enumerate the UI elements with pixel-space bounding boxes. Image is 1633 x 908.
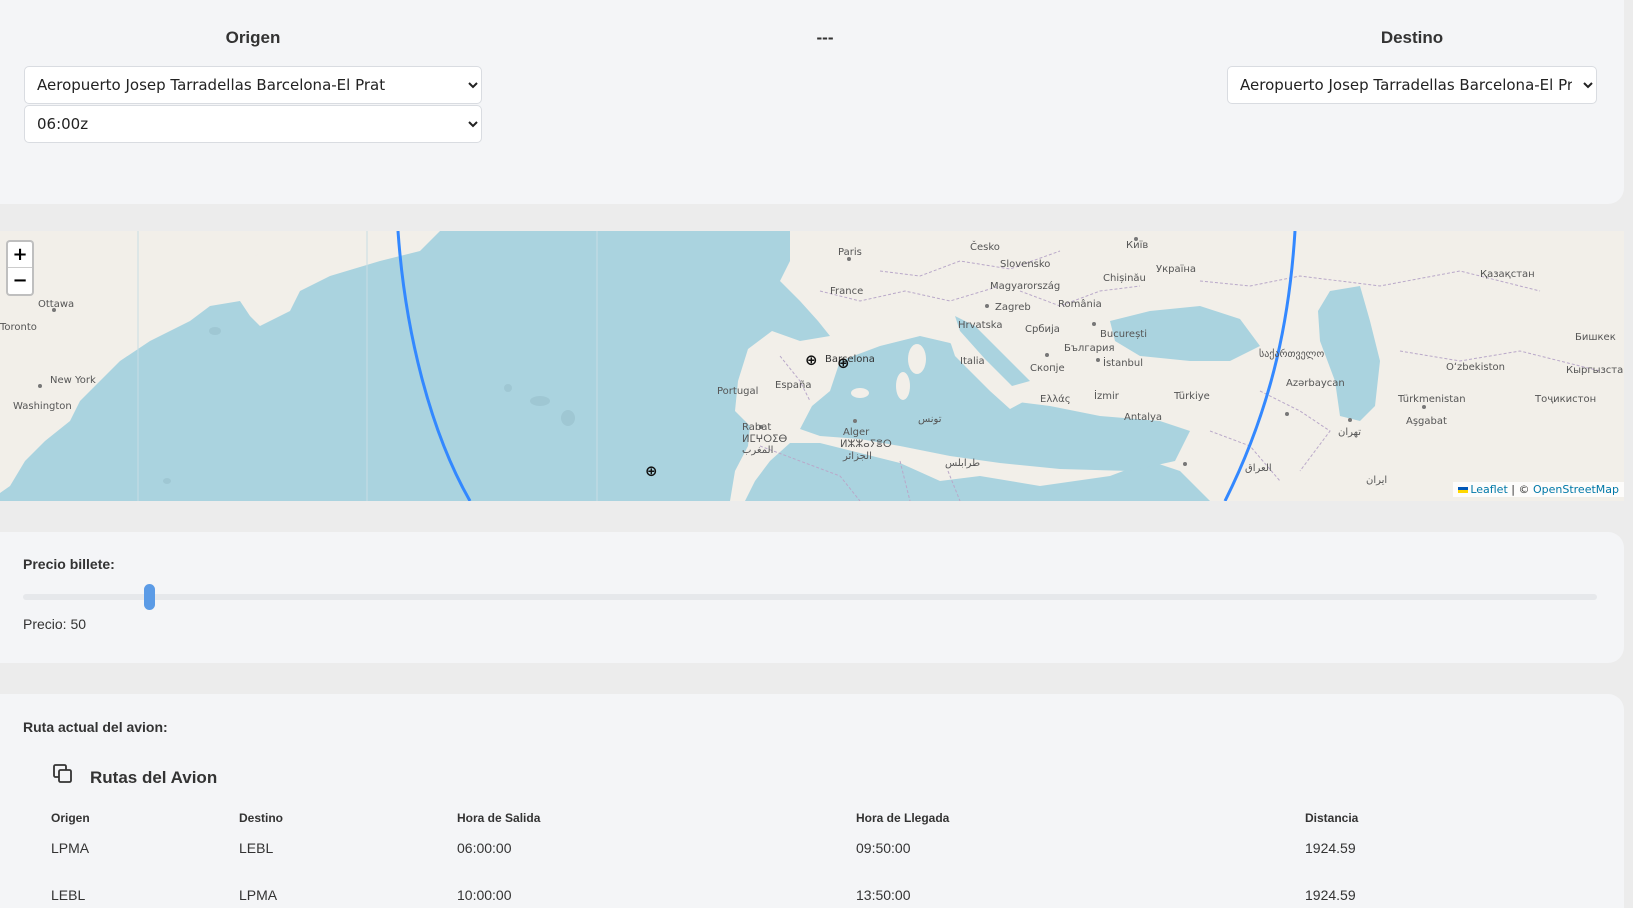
map-label-bishkek: Бишкек — [1575, 332, 1616, 343]
map-label-romania: România — [1058, 298, 1102, 310]
map-label-georgia: საქართველო — [1259, 348, 1324, 360]
column-header-destino: Destino — [239, 811, 284, 825]
map-label-ukraina: Україна — [1156, 264, 1196, 275]
price-value-text: Precio: 50 — [23, 616, 87, 632]
zoom-out-button[interactable]: − — [8, 268, 32, 294]
column-header-hora-salida: Hora de Salida — [457, 811, 541, 825]
map-label-rabat: Rabat — [742, 422, 771, 433]
map-label-morocco: ⵍⵎⵖⵔⵉⴱ — [742, 434, 787, 445]
map-label-ottawa: Ottawa — [38, 299, 74, 310]
route-section-label: Ruta actual del avion: — [23, 719, 168, 735]
map-label-turkmenistan: Türkmenistan — [1397, 394, 1466, 405]
map-label-kazakhstan: Қазақстан — [1480, 269, 1535, 280]
map-label-algeria-ar: الجزائر — [842, 451, 872, 462]
cell-hora-salida: 10:00:00 — [457, 887, 512, 903]
map-label-srbija: Србија — [1025, 323, 1060, 335]
map-label-france: France — [830, 286, 863, 297]
origin-airport-select[interactable]: Aeropuerto Josep Tarradellas Barcelona-E… — [24, 66, 482, 104]
cell-origen: LEBL — [51, 887, 86, 903]
map-label-cesko: Česko — [970, 240, 1000, 253]
openstreetmap-link[interactable]: OpenStreetMap — [1533, 483, 1619, 496]
attribution-separator: | © — [1507, 483, 1533, 496]
map-label-italia: Italia — [960, 356, 985, 367]
destination-title: Destino — [1380, 28, 1444, 47]
column-header-distancia: Distancia — [1305, 811, 1359, 825]
map-label-izmir: İzmir — [1094, 389, 1120, 402]
cell-origen: LPMA — [51, 840, 90, 856]
map-label-antalya: Antalya — [1124, 412, 1162, 423]
cell-distancia: 1924.59 — [1305, 840, 1356, 856]
origin-title: Origen — [225, 28, 281, 47]
cell-destino: LEBL — [239, 840, 274, 856]
route-selection-panel: Origen --- Destino Aeropuerto Josep Tarr… — [0, 0, 1624, 204]
map-attribution: Leaflet | © OpenStreetMap — [1453, 482, 1624, 497]
map-label-skopje: Скопје — [1030, 362, 1065, 374]
cell-hora-llegada: 13:50:00 — [856, 887, 911, 903]
cell-destino: LPMA — [239, 887, 278, 903]
route-panel — [0, 694, 1624, 908]
map-label-istanbul: İstanbul — [1103, 356, 1143, 369]
map-label-chisinau: Chișinău — [1103, 273, 1146, 284]
map-label-ozbekiston: Oʻzbekiston — [1446, 362, 1505, 373]
map-label-toronto: Toronto — [0, 322, 37, 333]
airport-marker-icon[interactable]: ⊕ — [837, 354, 850, 372]
copy-icon — [53, 764, 72, 783]
map-label-tehran: تهران — [1338, 427, 1361, 438]
column-header-origen: Origen — [51, 811, 90, 825]
price-label: Precio billete: — [23, 556, 115, 572]
map-label-kyrgyzstan: Кыргызстан — [1566, 365, 1624, 376]
map-label-paris: Paris — [838, 247, 862, 258]
map-label-hrvatska: Hrvatska — [958, 320, 1003, 331]
map-label-alger: Alger — [843, 427, 870, 438]
map-label-tajikistan: Тоҷикистон — [1534, 394, 1596, 405]
map-label-newyork: New York — [50, 375, 96, 386]
map-tiles: Ottawa Toronto New York Washington Paris… — [0, 231, 1624, 501]
price-slider-track[interactable] — [23, 594, 1597, 600]
map-label-morocco-ar: المغرب — [742, 445, 773, 456]
column-header-hora-llegada: Hora de Llegada — [856, 811, 950, 825]
cell-distancia: 1924.59 — [1305, 887, 1356, 903]
airport-marker-icon[interactable]: ⊕ — [805, 351, 818, 369]
ukraine-flag-icon — [1458, 487, 1469, 493]
map-label-iraq: العراق — [1245, 463, 1272, 474]
map-label-tunis: تونس — [918, 414, 942, 425]
map-label-azerbaycan: Azərbaycan — [1286, 378, 1345, 389]
map-label-portugal: Portugal — [717, 386, 758, 397]
leaflet-link[interactable]: Leaflet — [1470, 483, 1507, 496]
map-label-magyarorszag: Magyarország — [990, 280, 1060, 292]
cell-hora-llegada: 09:50:00 — [856, 840, 911, 856]
map-zoom-control: + − — [6, 240, 34, 296]
destination-airport-select[interactable]: Aeropuerto Josep Tarradellas Barcelona-E… — [1227, 66, 1597, 104]
map-label-barcelona: Barcelona — [825, 354, 875, 365]
map-label-kyiv: Київ — [1126, 240, 1148, 251]
map-label-tripoli: طرابلس — [945, 458, 980, 469]
map-label-algeria: ⵍⵣⵣⴰⵢⴻⵔ — [840, 439, 892, 450]
price-slider-thumb[interactable] — [144, 584, 156, 610]
map-label-bucuresti: București — [1100, 329, 1147, 340]
zoom-in-button[interactable]: + — [8, 242, 32, 268]
cell-hora-salida: 06:00:00 — [457, 840, 512, 856]
map-label-slovensko: Slovensko — [1000, 259, 1050, 270]
origin-time-select[interactable]: 06:00z — [24, 105, 482, 143]
map-label-zagreb: Zagreb — [995, 302, 1031, 313]
map-label-bulgaria: България — [1064, 343, 1115, 354]
map-label-washington: Washington — [13, 401, 72, 412]
map-label-espana: España — [775, 380, 811, 391]
map-label-ashgabat: Aşgabat — [1406, 416, 1447, 427]
map-label-iran: ایران — [1366, 475, 1387, 486]
map-label-ellas: Ελλάς — [1040, 393, 1071, 405]
route-map[interactable]: Ottawa Toronto New York Washington Paris… — [0, 231, 1624, 501]
airport-marker-icon[interactable]: ⊕ — [645, 462, 658, 480]
separator-title: --- — [816, 28, 834, 47]
routes-table-title: Rutas del Avion — [90, 768, 218, 787]
map-label-turkiye: Türkiye — [1173, 391, 1210, 402]
